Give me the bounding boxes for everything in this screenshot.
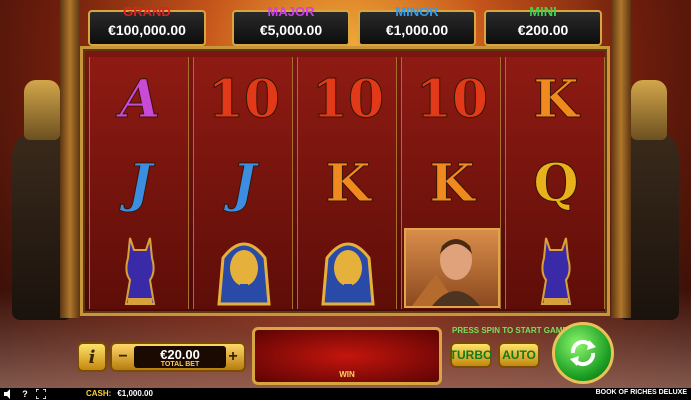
reel-3-row-1: 10 xyxy=(298,59,398,141)
fullscreen-icon[interactable] xyxy=(35,388,47,400)
reel-1: A J xyxy=(89,57,189,309)
reel-5-row-1: K xyxy=(506,59,606,141)
bastet-cat-icon xyxy=(506,227,606,309)
explorer-icon xyxy=(404,228,500,308)
turbo-button[interactable]: TURBO xyxy=(450,342,492,368)
help-icon[interactable]: ? xyxy=(20,389,30,399)
reel-2-row-2: J xyxy=(194,143,294,225)
reel-4-row-3 xyxy=(402,227,502,309)
jackpot-minor-value: €1,000.00 xyxy=(385,22,449,38)
jackpot-mini-value: €200.00 xyxy=(517,22,569,38)
jackpot-major: MAJOR €5,000.00 xyxy=(232,4,350,46)
pharaoh-mask-icon xyxy=(194,227,294,309)
reel-4-row-1: 10 xyxy=(402,59,502,141)
bet-display: €20.00 TOTAL BET xyxy=(134,346,226,368)
jackpot-major-label: MAJOR xyxy=(267,4,315,19)
press-spin-hint: PRESS SPIN TO START GAME xyxy=(452,326,568,335)
symbol-10: 10 xyxy=(415,69,489,130)
reel-3-row-2: K xyxy=(298,143,398,225)
reel-1-row-2: J xyxy=(90,143,190,225)
jackpot-minor: MINOR €1,000.00 xyxy=(358,4,476,46)
symbol-10: 10 xyxy=(311,69,385,130)
bastet-cat-icon xyxy=(90,227,190,309)
symbol-k: K xyxy=(429,153,475,214)
reel-5-row-2: Q xyxy=(506,143,606,225)
jackpot-grand: GRAND €100,000.00 xyxy=(88,4,206,46)
reel-4: 10 K xyxy=(401,57,501,309)
cash-label: CASH: xyxy=(86,389,112,398)
reel-3: 10 K xyxy=(297,57,397,309)
left-pillar xyxy=(60,0,80,318)
status-bar: ? CASH: €1,000.00 BOOK OF RICHES DELUXE xyxy=(0,388,691,400)
jackpot-mini: MINI €200.00 xyxy=(484,4,602,46)
bet-selector: − €20.00 TOTAL BET + xyxy=(110,342,246,372)
game-title: BOOK OF RICHES DELUXE xyxy=(595,389,687,396)
bet-increase-button[interactable]: + xyxy=(224,347,242,367)
right-pillar xyxy=(611,0,631,318)
jackpot-grand-value: €100,000.00 xyxy=(108,22,186,38)
symbol-j: J xyxy=(231,153,257,214)
reel-1-row-1: A xyxy=(90,59,190,141)
symbol-a: A xyxy=(119,69,161,130)
symbol-10: 10 xyxy=(207,69,281,130)
cash-balance: CASH: €1,000.00 xyxy=(86,389,153,398)
symbol-q: Q xyxy=(533,153,579,214)
reel-4-row-2: K xyxy=(402,143,502,225)
info-button[interactable]: i xyxy=(77,342,107,372)
cash-value: €1,000.00 xyxy=(117,389,153,398)
jackpot-mini-label: MINI xyxy=(529,4,557,19)
symbol-j: J xyxy=(127,153,153,214)
reel-2-row-1: 10 xyxy=(194,59,294,141)
spin-button[interactable] xyxy=(552,322,614,384)
bet-decrease-button[interactable]: − xyxy=(114,347,132,367)
total-bet-value: €20.00 xyxy=(160,347,200,362)
control-panel: i − €20.00 TOTAL BET + WIN PRESS SPIN TO… xyxy=(74,322,616,385)
jackpot-grand-label: GRAND xyxy=(123,4,171,19)
reel-frame: A J 10 J 10 K 10 K K Q xyxy=(80,46,610,316)
reel-5: K Q xyxy=(505,57,605,309)
win-display: WIN xyxy=(252,327,442,385)
symbol-k: K xyxy=(533,69,579,130)
pharaoh-mask-icon xyxy=(298,227,398,309)
total-bet-label: TOTAL BET xyxy=(160,361,200,368)
reel-2: 10 J xyxy=(193,57,293,309)
jackpot-major-value: €5,000.00 xyxy=(259,22,323,38)
symbol-k: K xyxy=(325,153,371,214)
autoplay-button[interactable]: AUTO xyxy=(498,342,540,368)
win-label: WIN xyxy=(339,370,355,379)
volume-icon[interactable] xyxy=(4,389,14,399)
jackpot-minor-label: MINOR xyxy=(395,4,439,19)
spin-arrows-icon xyxy=(570,339,596,367)
